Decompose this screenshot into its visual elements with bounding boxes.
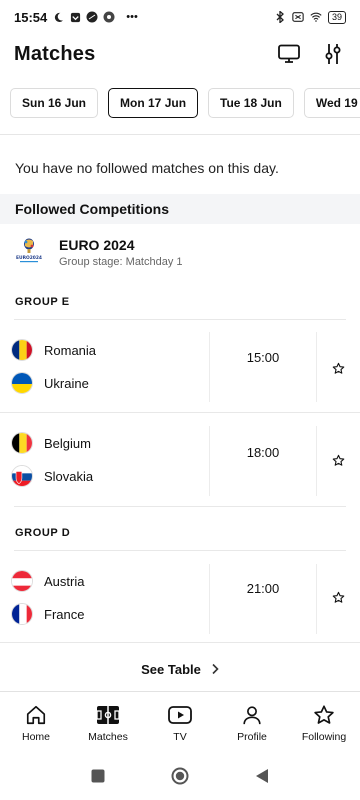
square-icon [91,769,105,782]
chevron-right-icon [212,663,219,675]
app-header: Matches [0,34,360,74]
divider [0,412,360,413]
profile-icon [240,703,264,727]
competition-row-euro-2024[interactable]: EURO2024 EURO 2024 Group stage: Matchday… [0,232,360,272]
column-divider [316,332,317,402]
star-icon [312,703,336,727]
column-divider [316,564,317,634]
date-chip-mon-17-jun[interactable]: Mon 17 Jun [108,88,199,118]
system-navigation [0,756,360,800]
austria-flag-icon [11,570,33,592]
nav-matches[interactable]: Matches [72,703,144,743]
no-sim-icon [292,11,304,23]
wifi-icon [310,11,322,23]
back-button[interactable] [255,768,269,789]
see-table-label: See Table [141,661,201,677]
date-selector: Sun 16 Jun Mon 17 Jun Tue 18 Jun Wed 19 … [0,88,360,122]
belgium-flag-icon [11,432,33,454]
match-row-austria-france[interactable]: Austria France 21:00 [0,564,360,642]
nav-home[interactable]: Home [0,703,72,743]
match-row-romania-ukraine[interactable]: Romania Ukraine 15:00 [0,332,360,410]
more-notifications: ••• [126,11,138,23]
battery-indicator: 39 [327,10,346,24]
euro-2024-logo: EURO2024 [15,236,43,268]
divider [0,134,360,135]
divider [14,550,346,551]
nav-label: Home [21,730,50,743]
column-divider [209,564,210,634]
circle-icon [171,767,189,784]
logo-text: EURO2024 [16,255,42,261]
monitor-icon [278,44,300,63]
kickoff-time: 21:00 [246,581,280,596]
team-name: Romania [44,342,97,358]
home-icon [24,703,48,727]
page-title: Matches [14,42,96,65]
away-team: Ukraine [11,372,89,394]
home-team: Belgium [11,432,91,454]
bluetooth-icon [274,11,286,23]
recent-apps-button[interactable] [91,769,105,788]
empty-followed-message: You have no followed matches on this day… [15,160,279,176]
date-chip-sun-16-jun[interactable]: Sun 16 Jun [10,88,99,118]
sliders-icon [325,44,341,64]
column-divider [209,332,210,402]
tv-guide-button[interactable] [276,41,302,67]
competition-subtitle: Group stage: Matchday 1 [59,255,183,268]
column-divider [316,426,317,496]
ukraine-flag-icon [11,372,33,394]
divider [14,319,346,320]
home-system-button[interactable] [171,767,189,790]
inbox-icon [69,11,81,23]
back-triangle-icon [256,768,268,783]
nav-label: Following [301,730,347,743]
match-row-belgium-slovakia[interactable]: Belgium Slovakia 18:00 [0,426,360,504]
away-team: France [11,603,84,625]
team-name: Belgium [44,435,91,451]
date-chip-tue-18-jun[interactable]: Tue 18 Jun [208,88,294,118]
romania-flag-icon [11,339,33,361]
kickoff-time: 18:00 [246,445,280,460]
column-divider [209,426,210,496]
competition-title: EURO 2024 [59,236,135,253]
status-bar: 15:54 ••• 39 [0,0,360,34]
matches-icon [96,703,120,727]
home-team: Austria [11,570,84,592]
slovakia-flag-icon [11,465,33,487]
date-chip-wed-19-jun[interactable]: Wed 19 Jun [303,88,360,118]
france-flag-icon [11,603,33,625]
followed-competitions-header: Followed Competitions [0,194,360,224]
bottom-navigation: Home Matches TV Profile Following [0,691,360,753]
team-name: Slovakia [44,468,94,484]
team-name: Austria [44,573,85,589]
nav-profile[interactable]: Profile [216,703,288,743]
divider [14,506,346,507]
away-team: Slovakia [11,465,93,487]
home-team: Romania [11,339,96,361]
follow-match-button[interactable] [329,588,347,606]
moon-icon [52,11,64,23]
nav-label: Matches [88,730,128,743]
nav-following[interactable]: Following [288,703,360,743]
star-outline-icon [332,362,344,374]
record-icon [103,11,115,23]
nav-tv[interactable]: TV [144,703,216,743]
star-outline-icon [332,454,344,466]
ball-icon [86,11,98,23]
team-name: France [44,606,85,622]
group-label: GROUP E [15,296,70,308]
see-table-link[interactable]: See Table [0,652,360,686]
kickoff-time: 15:00 [246,350,280,365]
tv-play-icon [168,703,192,727]
team-name: Ukraine [44,375,89,391]
follow-match-button[interactable] [329,451,347,469]
filter-button[interactable] [320,41,346,67]
nav-label: TV [173,730,187,743]
nav-label: Profile [237,730,267,743]
follow-match-button[interactable] [329,359,347,377]
divider [0,642,360,643]
group-label: GROUP D [15,527,71,539]
star-outline-icon [332,591,344,603]
status-time: 15:54 [14,9,48,25]
